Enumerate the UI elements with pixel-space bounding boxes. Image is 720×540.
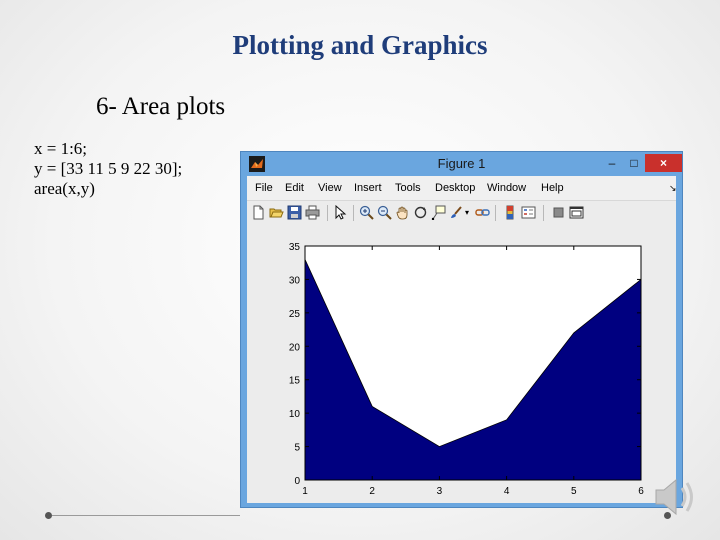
open-file-icon[interactable] <box>269 205 284 220</box>
show-plot-tools-icon[interactable] <box>569 205 584 220</box>
dropdown-arrow-icon[interactable]: ▾ <box>463 205 471 220</box>
y-tick-label: 35 <box>289 242 301 253</box>
new-figure-icon[interactable] <box>251 205 266 220</box>
x-tick-label: 6 <box>638 486 644 497</box>
menu-edit[interactable]: Edit <box>285 182 304 194</box>
maximize-button[interactable]: □ <box>625 154 643 172</box>
menu-file[interactable]: File <box>255 182 273 194</box>
insert-colorbar-icon[interactable] <box>503 205 518 220</box>
x-tick-label: 3 <box>437 486 443 497</box>
menu-view[interactable]: View <box>318 182 342 194</box>
menu-bar: File Edit View Insert Tools Desktop Wind… <box>247 176 677 200</box>
slide-title: Plotting and Graphics <box>232 30 488 60</box>
code-line: area(x,y) <box>34 179 95 198</box>
figure-toolbar: ▾ <box>247 200 676 226</box>
figure-body: File Edit View Insert Tools Desktop Wind… <box>247 176 677 503</box>
figure-titlebar[interactable]: Figure 1 – □ × <box>241 152 682 176</box>
toolbar-separator <box>327 205 328 221</box>
data-cursor-icon[interactable] <box>431 205 446 220</box>
brush-icon[interactable] <box>449 205 464 220</box>
menu-help[interactable]: Help <box>541 182 564 194</box>
figure-window: Figure 1 – □ × File Edit View Insert Too… <box>240 151 683 508</box>
toolbar-separator <box>353 205 354 221</box>
menu-desktop[interactable]: Desktop <box>435 182 475 194</box>
menu-insert[interactable]: Insert <box>354 182 382 194</box>
toolbar-separator <box>495 205 496 221</box>
print-icon[interactable] <box>305 205 320 220</box>
y-tick-label: 0 <box>294 476 300 487</box>
code-line: x = 1:6; <box>34 139 88 158</box>
x-tick-label: 1 <box>302 486 308 497</box>
area-chart[interactable]: 1 2 3 4 5 6 0 5 10 15 20 25 30 35 <box>247 225 676 503</box>
x-tick-label: 4 <box>504 486 510 497</box>
x-tick-label: 5 <box>571 486 577 497</box>
insert-legend-icon[interactable] <box>521 205 536 220</box>
link-plot-icon[interactable] <box>475 205 490 220</box>
y-tick-label: 30 <box>289 275 301 286</box>
edit-plot-icon[interactable] <box>333 205 348 220</box>
toolbar-separator <box>543 205 544 221</box>
y-tick-label: 10 <box>289 409 301 420</box>
plot-area: 1 2 3 4 5 6 0 5 10 15 20 25 30 35 <box>247 225 676 503</box>
minimize-button[interactable]: – <box>603 154 621 172</box>
section-heading: 6- Area plots <box>96 93 226 120</box>
zoom-out-icon[interactable] <box>377 205 392 220</box>
menu-tools[interactable]: Tools <box>395 182 421 194</box>
decorative-line-left <box>52 515 240 516</box>
save-icon[interactable] <box>287 205 302 220</box>
menu-overflow-icon[interactable]: ↘ <box>669 184 677 194</box>
hide-plot-tools-icon[interactable] <box>551 205 566 220</box>
zoom-in-icon[interactable] <box>359 205 374 220</box>
y-tick-label: 5 <box>294 443 300 454</box>
menu-window[interactable]: Window <box>487 182 526 194</box>
code-block: x = 1:6; y = [33 11 5 9 22 30]; area(x,y… <box>34 139 182 199</box>
speaker-icon[interactable] <box>652 472 702 522</box>
y-tick-label: 20 <box>289 342 301 353</box>
pan-icon[interactable] <box>395 205 410 220</box>
rotate-3d-icon[interactable] <box>413 205 428 220</box>
code-line: y = [33 11 5 9 22 30]; <box>34 159 183 178</box>
y-tick-label: 15 <box>289 376 301 387</box>
close-button[interactable]: × <box>645 154 682 172</box>
y-tick-label: 25 <box>289 309 301 320</box>
decorative-dot-left <box>45 512 52 519</box>
x-tick-label: 2 <box>369 486 375 497</box>
